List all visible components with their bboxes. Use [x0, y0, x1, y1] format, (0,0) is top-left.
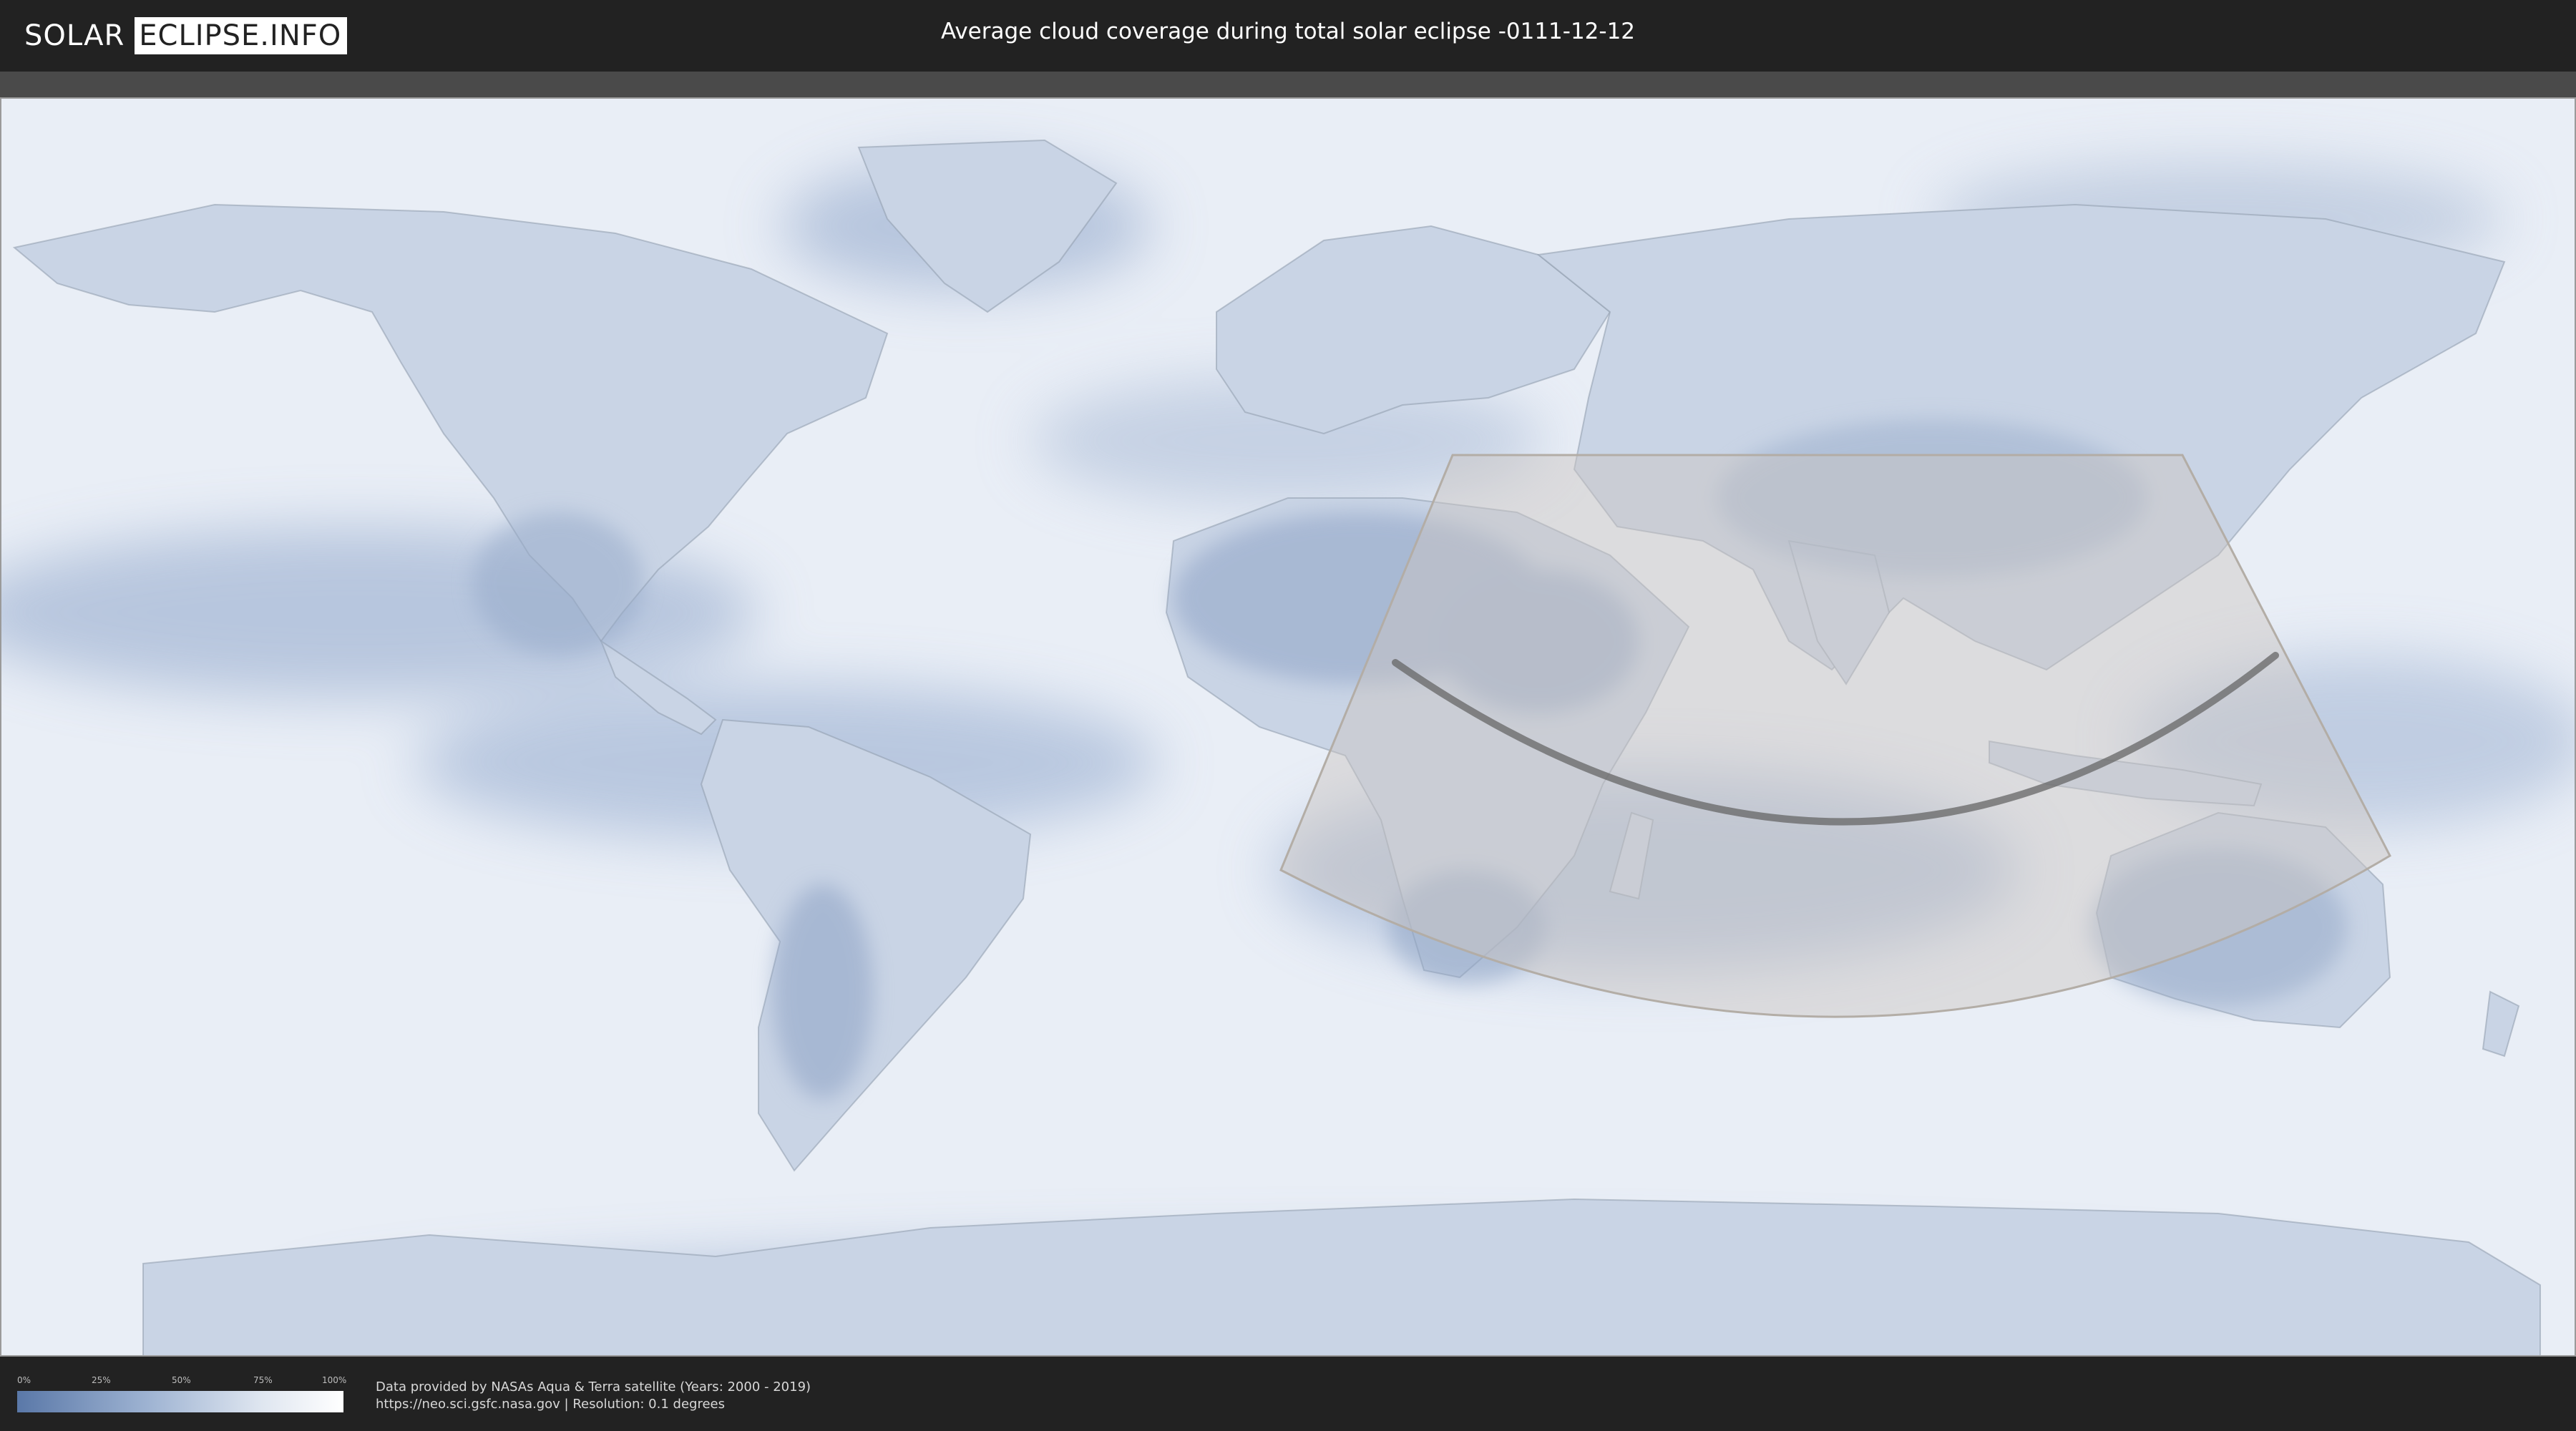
legend-tick-0: 0% — [17, 1375, 31, 1385]
legend-tick-25: 25% — [92, 1375, 111, 1385]
legend-tick-labels: 0% 25% 50% 75% 100% — [17, 1375, 347, 1390]
eclipse-visibility-zone — [1279, 454, 2391, 1018]
legend-tick-75: 75% — [253, 1375, 273, 1385]
data-credit: Data provided by NASAs Aqua & Terra sate… — [376, 1379, 811, 1395]
data-source-url[interactable]: https://neo.sci.gsfc.nasa.gov | Resoluti… — [376, 1397, 725, 1412]
footer-bar — [0, 1359, 2576, 1431]
cloud-coverage-map — [0, 96, 2576, 1378]
legend-color-bar — [17, 1391, 343, 1412]
page-title: Average cloud coverage during total sola… — [940, 19, 1636, 44]
legend-tick-50: 50% — [172, 1375, 191, 1385]
header-divider — [0, 72, 2576, 97]
legend-tick-100: 100% — [322, 1375, 347, 1385]
header-bar: SOLAR ECLIPSE.INFO Average cloud coverag… — [0, 0, 2576, 72]
